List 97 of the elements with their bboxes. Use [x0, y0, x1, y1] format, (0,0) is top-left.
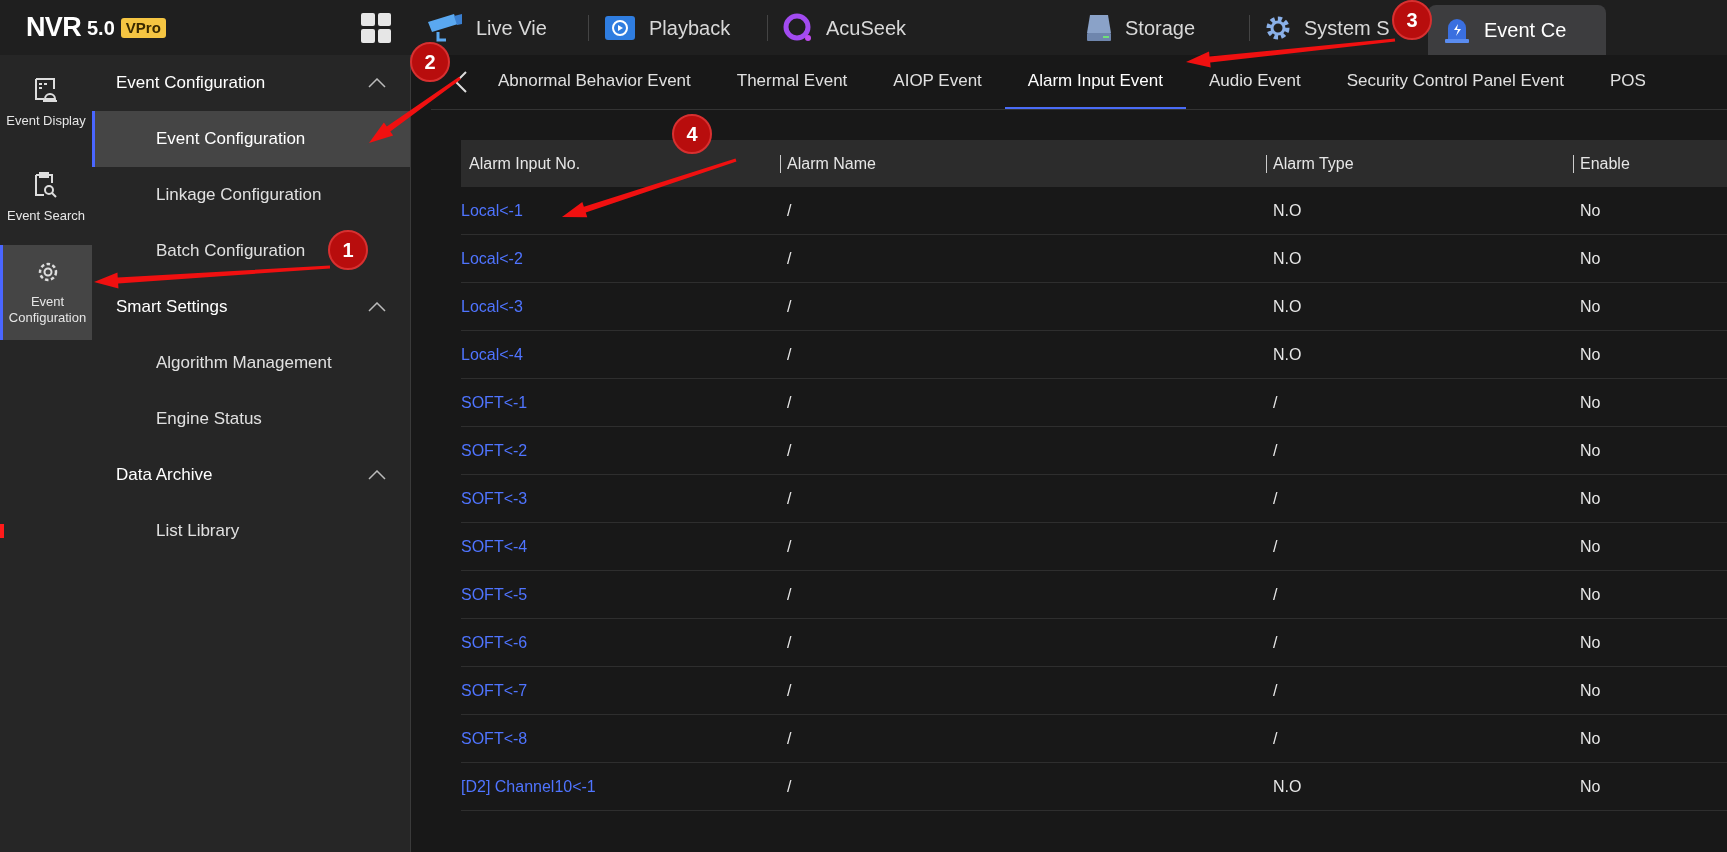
table-cell: No	[1580, 633, 1601, 651]
table-cell: /	[787, 441, 792, 459]
table-cell: /	[787, 777, 792, 795]
alarm-input-link[interactable]: SOFT<-6	[461, 633, 528, 651]
table-cell: /	[1273, 585, 1278, 603]
nav-tab[interactable]: System S	[1250, 7, 1394, 48]
table-cell: /	[1273, 537, 1278, 555]
step-number-badge: 4	[672, 114, 712, 154]
table-cell: /	[1273, 729, 1278, 747]
table-cell: No	[1580, 441, 1601, 459]
rail-item[interactable]: Event Display	[0, 55, 92, 150]
step-number-badge: 3	[1392, 0, 1432, 40]
column-header: Alarm Type	[1273, 153, 1354, 174]
edition-badge: VPro	[120, 17, 166, 38]
menu-item[interactable]: Algorithm Management	[156, 350, 332, 376]
logo-text: NVR	[26, 11, 81, 45]
version-text: 5.0	[87, 15, 115, 41]
event-tab[interactable]: AIOP Event	[870, 55, 1005, 109]
table-cell: /	[1273, 633, 1278, 651]
document-search-icon	[34, 171, 58, 198]
table-cell: No	[1580, 777, 1601, 795]
alarm-input-link[interactable]: Local<-1	[461, 201, 523, 219]
chevron-up-icon[interactable]	[368, 470, 386, 480]
table-cell: N.O	[1273, 777, 1302, 795]
menu-item[interactable]: Linkage Configuration	[156, 182, 322, 208]
table-cell: No	[1580, 393, 1601, 411]
table-cell: /	[787, 633, 792, 651]
table-cell: /	[1273, 441, 1278, 459]
table-cell: /	[787, 537, 792, 555]
menu-group-label[interactable]: Event Configuration	[116, 70, 266, 96]
menu-group-label[interactable]: Smart Settings	[116, 294, 228, 320]
table-cell: No	[1580, 489, 1601, 507]
rail-item[interactable]: Event Search	[0, 150, 92, 245]
alarm-input-link[interactable]: SOFT<-8	[461, 729, 528, 747]
alarm-input-link[interactable]: SOFT<-2	[461, 441, 528, 459]
ring-icon	[782, 11, 814, 44]
alarm-input-link[interactable]: Local<-3	[461, 297, 523, 315]
playback-icon	[603, 13, 637, 42]
event-tab[interactable]: Alarm Input Event	[1004, 55, 1186, 109]
menu-group-label[interactable]: Data Archive	[116, 462, 213, 488]
event-tab[interactable]: POS	[1587, 55, 1669, 109]
nav-tab[interactable]: Storage	[1071, 7, 1200, 48]
menu-item[interactable]: Batch Configuration	[156, 238, 306, 264]
table-cell: N.O	[1273, 345, 1302, 363]
table-cell: /	[787, 249, 792, 267]
menu-item[interactable]: Event Configuration	[92, 111, 410, 167]
event-tab[interactable]: Abnormal Behavior Event	[475, 55, 714, 109]
event-tab[interactable]: Audio Event	[1185, 55, 1324, 109]
menu-item[interactable]: Engine Status	[156, 406, 262, 432]
table-cell: No	[1580, 729, 1601, 747]
table-cell: /	[787, 393, 792, 411]
table-cell: /	[787, 681, 792, 699]
table-cell: /	[787, 201, 792, 219]
chevron-up-icon[interactable]	[368, 302, 386, 312]
alarm-input-link[interactable]: Local<-4	[461, 345, 523, 363]
table-cell: N.O	[1273, 297, 1302, 315]
edge-marker	[0, 524, 4, 538]
table-cell: /	[1273, 489, 1278, 507]
chevron-up-icon[interactable]	[368, 78, 386, 88]
column-header: Alarm Name	[787, 153, 876, 174]
step-number-badge: 1	[328, 230, 368, 270]
table-cell: N.O	[1273, 249, 1302, 267]
grid-menu-icon[interactable]	[361, 12, 391, 43]
hard-drive-icon	[1085, 12, 1113, 43]
table-cell: No	[1580, 585, 1601, 603]
table-cell: N.O	[1273, 201, 1302, 219]
rail-item[interactable]: Event Configuration	[0, 245, 92, 340]
step-number-badge: 2	[410, 42, 450, 82]
nav-tab[interactable]: AcuSeek	[768, 7, 911, 48]
table-cell: /	[787, 345, 792, 363]
table-cell: No	[1580, 537, 1601, 555]
nav-tab[interactable]: Event Ce	[1428, 5, 1606, 55]
alarm-input-link[interactable]: [D2] Channel10<-1	[461, 777, 596, 795]
table-cell: No	[1580, 681, 1601, 699]
document-alarm-icon	[34, 76, 58, 103]
alarm-input-link[interactable]: Local<-2	[461, 249, 523, 267]
table-cell: /	[787, 489, 792, 507]
nav-tab[interactable]: Playback	[589, 7, 735, 48]
column-header: Enable	[1580, 153, 1630, 174]
table-cell: /	[787, 297, 792, 315]
alarm-input-link[interactable]: SOFT<-7	[461, 681, 528, 699]
table-cell: No	[1580, 297, 1601, 315]
table-cell: /	[787, 585, 792, 603]
table-cell: No	[1580, 249, 1601, 267]
menu-item[interactable]: List Library	[156, 518, 240, 544]
table-cell: /	[1273, 681, 1278, 699]
table-cell: No	[1580, 201, 1601, 219]
table-cell: No	[1580, 345, 1601, 363]
table-cell: /	[1273, 393, 1278, 411]
alarm-input-link[interactable]: SOFT<-5	[461, 585, 528, 603]
alarm-input-link[interactable]: SOFT<-1	[461, 393, 528, 411]
alarm-input-link[interactable]: SOFT<-3	[461, 489, 528, 507]
event-tab[interactable]: Thermal Event	[713, 55, 871, 109]
alarm-input-link[interactable]: SOFT<-4	[461, 537, 528, 555]
event-tab[interactable]: Security Control Panel Event	[1323, 55, 1587, 109]
table-cell: /	[787, 729, 792, 747]
column-header: Alarm Input No.	[468, 153, 581, 174]
